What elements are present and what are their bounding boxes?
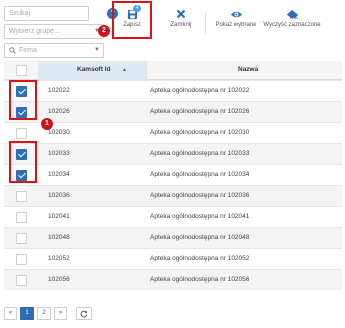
table-row[interactable]: 102036 Apteka ogólnodostępna nr 102036: [4, 185, 342, 206]
select-all-checkbox[interactable]: [16, 65, 27, 76]
group-select-placeholder: Wybierz grupę...: [9, 28, 60, 35]
table-row[interactable]: 102022 Apteka ogólnodostępna nr 102022: [4, 80, 342, 101]
cell-nazwa: Apteka ogólnodostępna nr 102056: [150, 276, 250, 283]
firm-select[interactable]: Firma ▼: [4, 43, 104, 58]
table-row[interactable]: 102048 Apteka ogólnodostępna nr 102048: [4, 227, 342, 248]
search-placeholder: Szukaj: [9, 10, 31, 17]
cell-nazwa: Apteka ogólnodostępna nr 102030: [150, 129, 250, 136]
column-header-kamsoft-id[interactable]: Kamsoft Id ▲: [38, 61, 146, 80]
cell-nazwa: Apteka ogólnodostępna nr 102041: [150, 213, 250, 220]
cell-nazwa: Apteka ogólnodostępna nr 102052: [150, 255, 250, 262]
eye-icon: [212, 8, 260, 20]
search-input[interactable]: Szukaj: [4, 6, 89, 21]
step-marker-1: 1: [41, 118, 53, 130]
cell-kamsoft-id: 102056: [48, 276, 70, 283]
cell-kamsoft-id: 102033: [48, 150, 70, 157]
cell-kamsoft-id: 102052: [48, 255, 70, 262]
refresh-button[interactable]: [76, 307, 92, 320]
row-checkbox[interactable]: [16, 128, 27, 139]
row-checkbox[interactable]: [16, 233, 27, 244]
checkbox-highlight-box-2: [9, 141, 37, 183]
row-checkbox[interactable]: [16, 254, 27, 265]
cell-kamsoft-id: 102048: [48, 234, 70, 241]
row-checkbox[interactable]: [16, 212, 27, 223]
clear-selected-button[interactable]: Wyczyść zaznaczone: [262, 8, 322, 34]
save-highlight-box: [112, 1, 152, 39]
table-header: Kamsoft Id ▲ Nazwa: [4, 61, 342, 80]
step-marker-2: 2: [98, 25, 110, 37]
clear-selected-label: Wyczyść zaznaczone: [263, 22, 321, 28]
column-divider: [146, 61, 147, 80]
cell-kamsoft-id: 102022: [48, 87, 70, 94]
table-row[interactable]: 102034 Apteka ogólnodostępna nr 102034: [4, 164, 342, 185]
sort-asc-icon: ▲: [122, 67, 127, 73]
cell-nazwa: Apteka ogólnodostępna nr 102036: [150, 192, 250, 199]
cell-nazwa: Apteka ogólnodostępna nr 102026: [150, 108, 250, 115]
pagination-prev[interactable]: «: [4, 307, 17, 320]
show-selected-button[interactable]: Pokaż wybrane: [212, 8, 260, 34]
close-icon: [164, 8, 198, 20]
table-row[interactable]: 102033 Apteka ogólnodostępna nr 102033: [4, 143, 342, 164]
cell-kamsoft-id: 102026: [48, 108, 70, 115]
row-checkbox[interactable]: [16, 191, 27, 202]
table-row[interactable]: 102052 Apteka ogólnodostępna nr 102052: [4, 248, 342, 269]
checkbox-highlight-box-1: [9, 80, 37, 120]
table-row[interactable]: 102056 Apteka ogólnodostępna nr 102056: [4, 269, 342, 290]
cell-nazwa: Apteka ogólnodostępna nr 102022: [150, 87, 250, 94]
refresh-icon: [80, 310, 88, 317]
toolbar-divider: [205, 12, 206, 34]
table-row[interactable]: 102041 Apteka ogólnodostępna nr 102041: [4, 206, 342, 227]
cell-nazwa: Apteka ogólnodostępna nr 102034: [150, 171, 250, 178]
pagination-page-1[interactable]: 1: [20, 307, 34, 320]
table-row[interactable]: 102026 Apteka ogólnodostępna nr 102026: [4, 101, 342, 122]
cell-kamsoft-id: 102041: [48, 213, 70, 220]
column-label-kamsoft-id: Kamsoft Id: [77, 66, 111, 73]
close-label: Zamknij: [170, 22, 192, 28]
cell-nazwa: Apteka ogólnodostępna nr 102048: [150, 234, 250, 241]
cell-nazwa: Apteka ogólnodostępna nr 102033: [150, 150, 250, 157]
firm-select-placeholder: Firma: [19, 47, 37, 54]
cell-kamsoft-id: 102036: [48, 192, 70, 199]
cell-kamsoft-id: 102030: [48, 129, 70, 136]
chevron-down-icon: ▼: [94, 47, 100, 53]
table-row[interactable]: 102030 Apteka ogólnodostępna nr 102030: [4, 122, 342, 143]
group-select[interactable]: Wybierz grupę... ▼: [4, 24, 104, 39]
eraser-icon: [262, 8, 322, 20]
column-header-nazwa[interactable]: Nazwa: [238, 66, 258, 73]
pagination-page-2[interactable]: 2: [37, 307, 51, 320]
pagination-next[interactable]: »: [54, 307, 67, 320]
search-icon: [9, 47, 16, 56]
show-selected-label: Pokaż wybrane: [215, 22, 257, 28]
close-button[interactable]: Zamknij: [164, 8, 198, 34]
cell-kamsoft-id: 102034: [48, 171, 70, 178]
row-checkbox[interactable]: [16, 275, 27, 286]
